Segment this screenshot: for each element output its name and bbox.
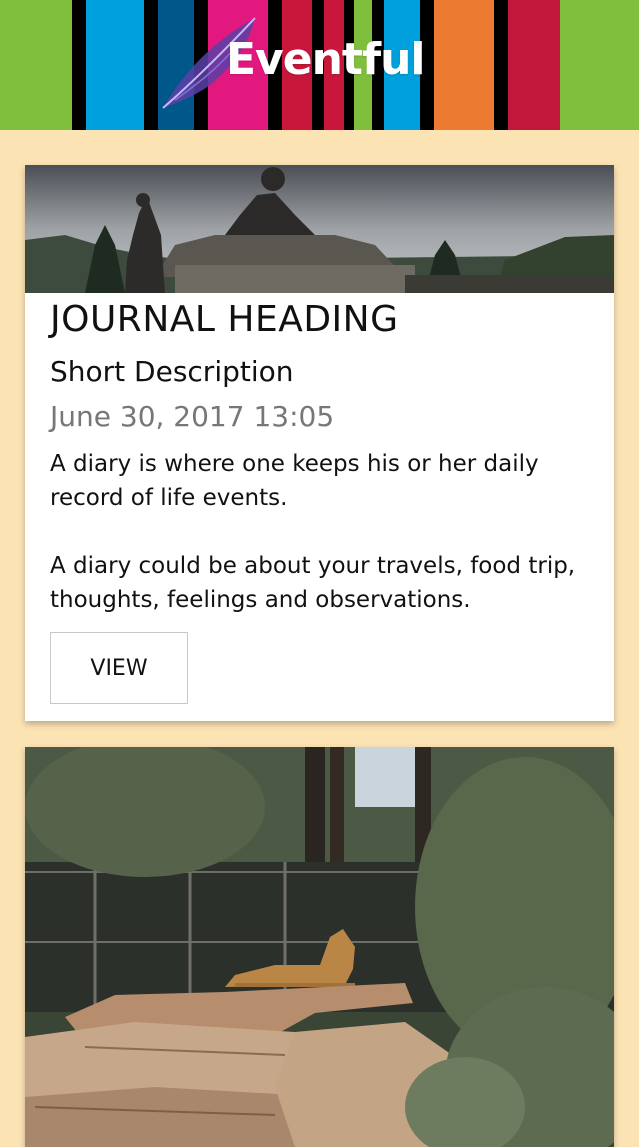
journal-card-2 [25, 747, 614, 1147]
journal-image [25, 165, 614, 293]
journal-card: JOURNAL HEADING Short Description June 3… [25, 165, 614, 721]
app-header: Eventful [0, 0, 639, 130]
short-description: Short Description [50, 355, 294, 388]
journal-date: June 30, 2017 13:05 [50, 400, 335, 433]
view-button[interactable]: VIEW [50, 632, 188, 704]
lion-image [25, 747, 614, 1147]
brand-name: Eventful [226, 34, 425, 85]
journal-heading: JOURNAL HEADING [50, 299, 399, 340]
journal-body: A diary is where one keeps his or her da… [50, 451, 576, 613]
